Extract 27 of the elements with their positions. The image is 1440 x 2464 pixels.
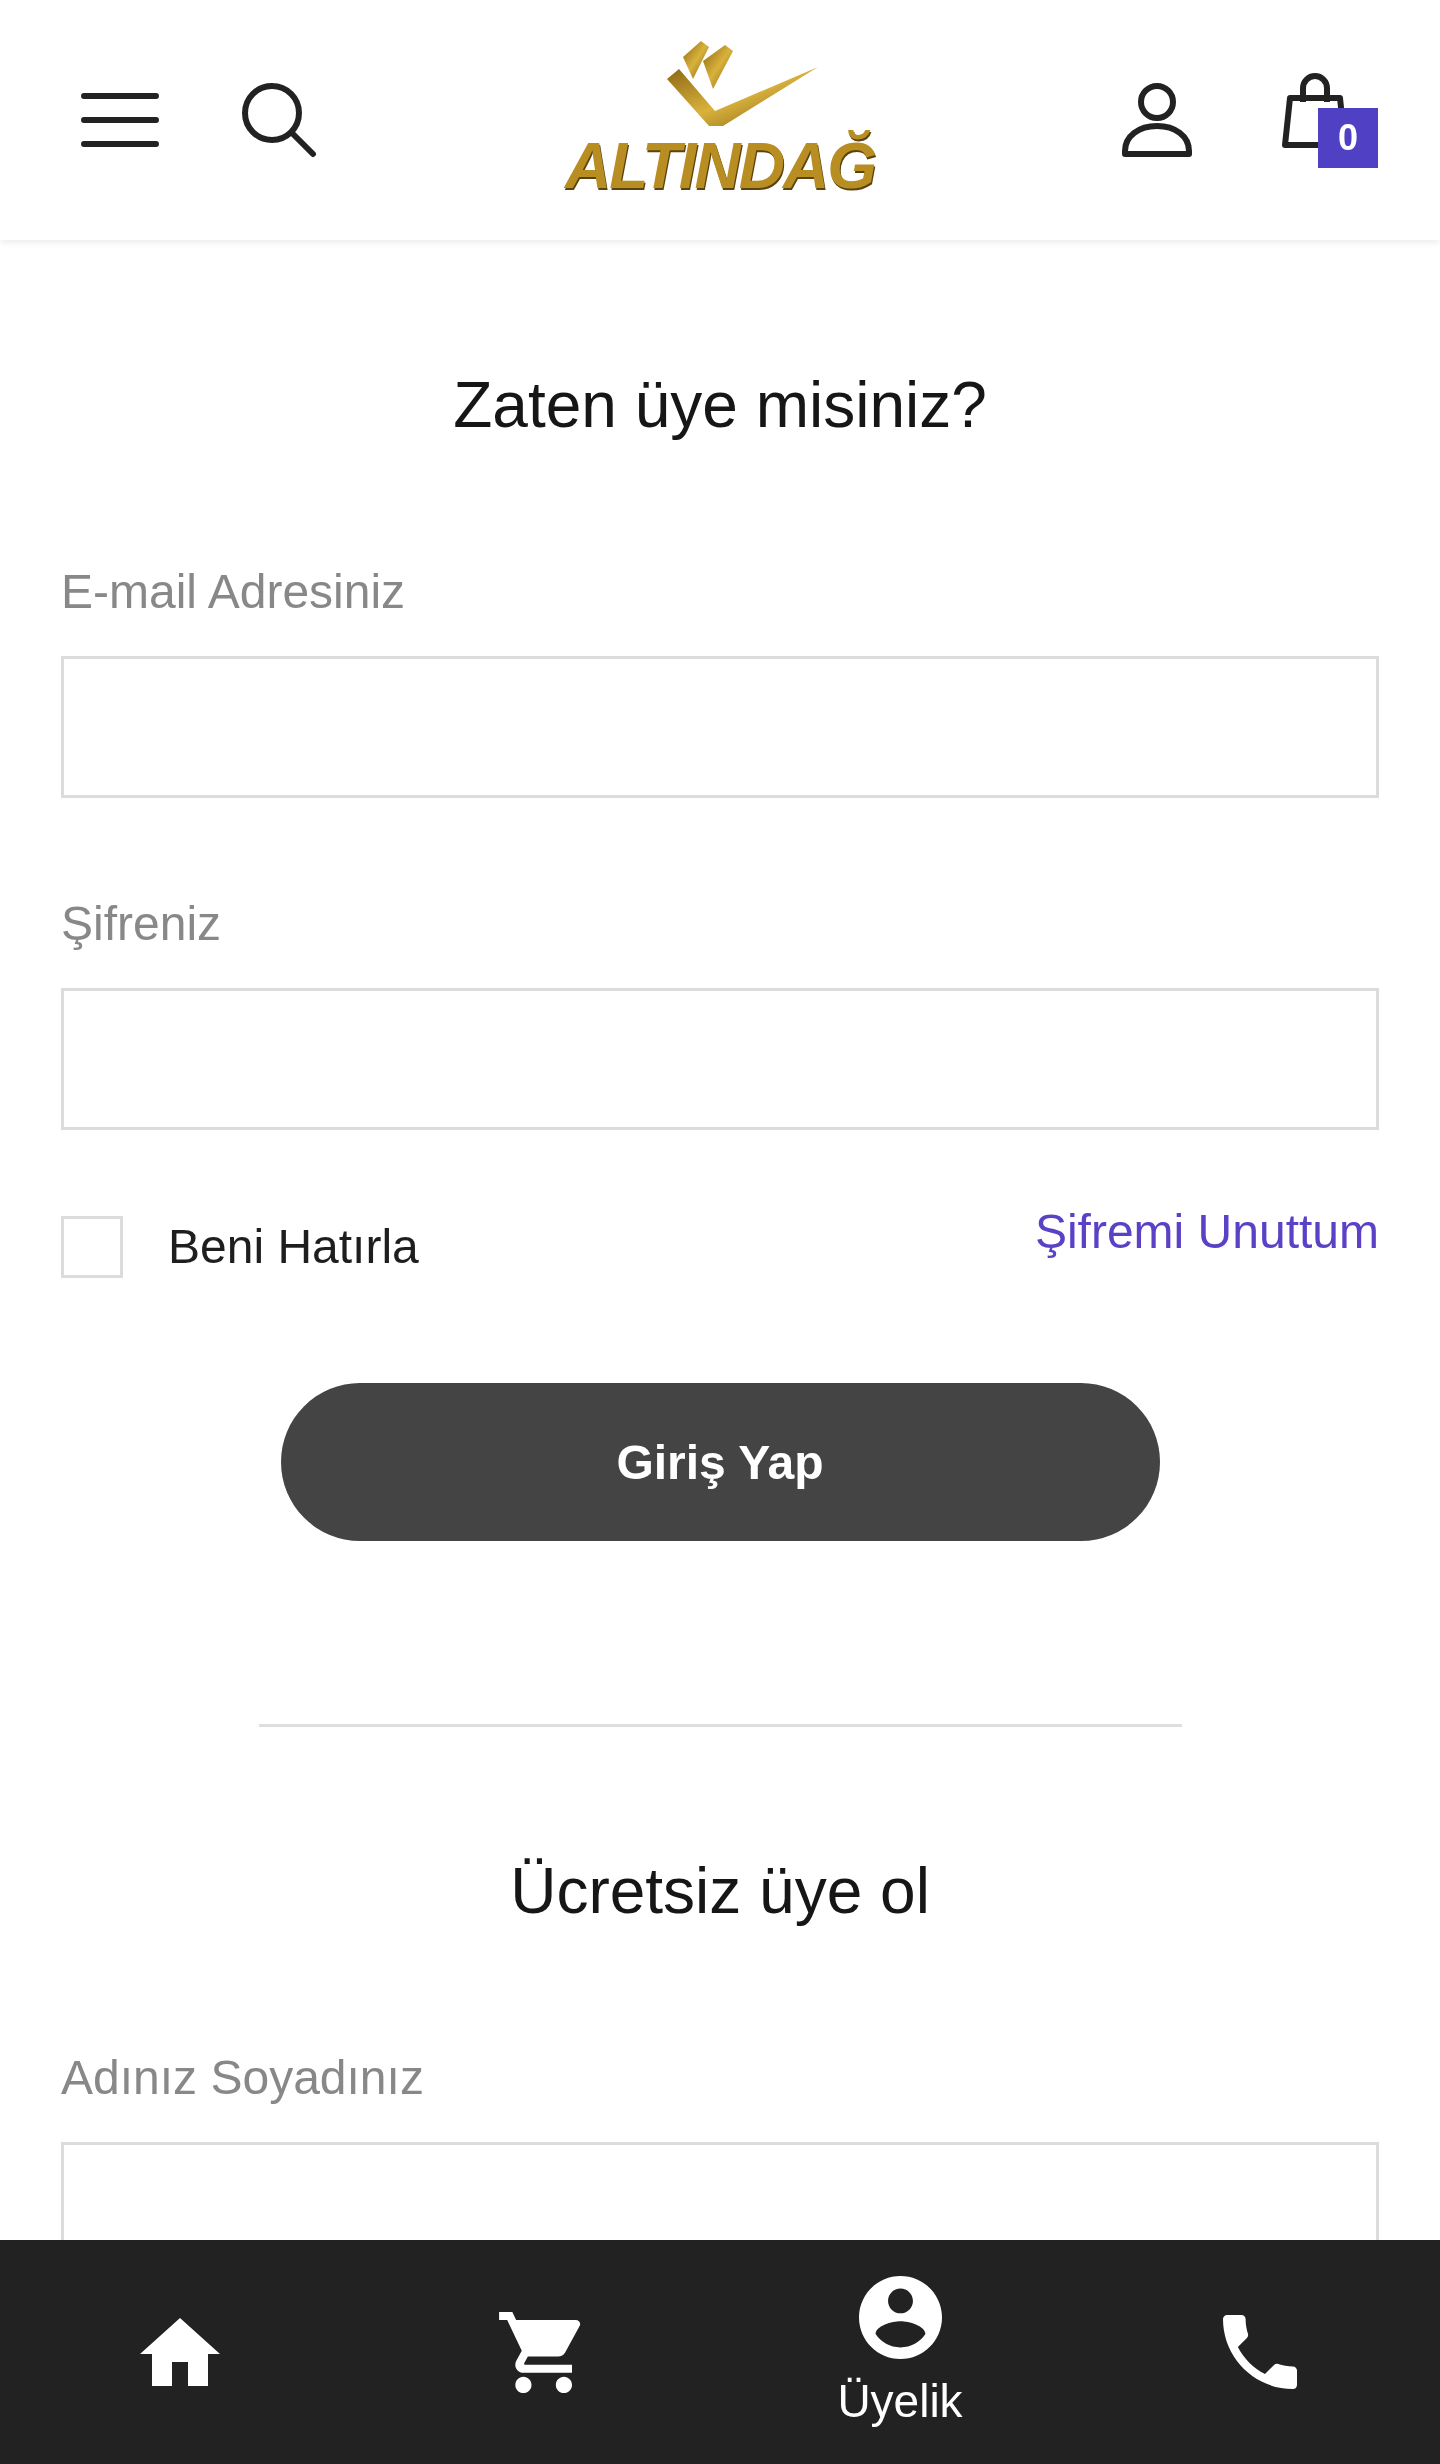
user-icon: [1122, 83, 1192, 157]
account-button[interactable]: [1122, 83, 1192, 157]
cart-button[interactable]: [499, 2311, 581, 2393]
menu-icon: [81, 93, 159, 147]
section-title: Ücretsiz üye ol: [510, 1854, 930, 1928]
menu-button[interactable]: [81, 93, 159, 147]
cart-button[interactable]: 0: [1282, 70, 1378, 170]
remember-me-label: Beni Hatırla: [168, 1219, 419, 1275]
input-field[interactable]: [61, 2142, 1379, 2240]
section-title: Zaten üye misiniz?: [453, 368, 987, 442]
search-icon: [241, 82, 317, 158]
shopping-cart-icon: [499, 2311, 581, 2393]
home-button[interactable]: [140, 2318, 220, 2386]
forgot-password-link[interactable]: Şifremi Unuttum: [1034, 1203, 1379, 1261]
phone-button[interactable]: [1223, 2315, 1297, 2389]
home-icon: [140, 2318, 220, 2386]
field-label: E-mail Adresiniz: [61, 564, 406, 620]
search-button[interactable]: [241, 82, 317, 158]
field-label: Adınız Soyadınız: [61, 2050, 424, 2106]
account-button[interactable]: Üyelik: [837, 2275, 963, 2429]
phone-icon: [1223, 2315, 1297, 2389]
cart-count-badge: 0: [1318, 108, 1378, 168]
input-field[interactable]: [61, 988, 1379, 1130]
field-label: Şifreniz: [61, 896, 222, 952]
input-field[interactable]: [61, 656, 1379, 798]
login-button[interactable]: Giriş Yap: [280, 1383, 1160, 1541]
remember-me-checkbox[interactable]: [61, 1216, 123, 1278]
